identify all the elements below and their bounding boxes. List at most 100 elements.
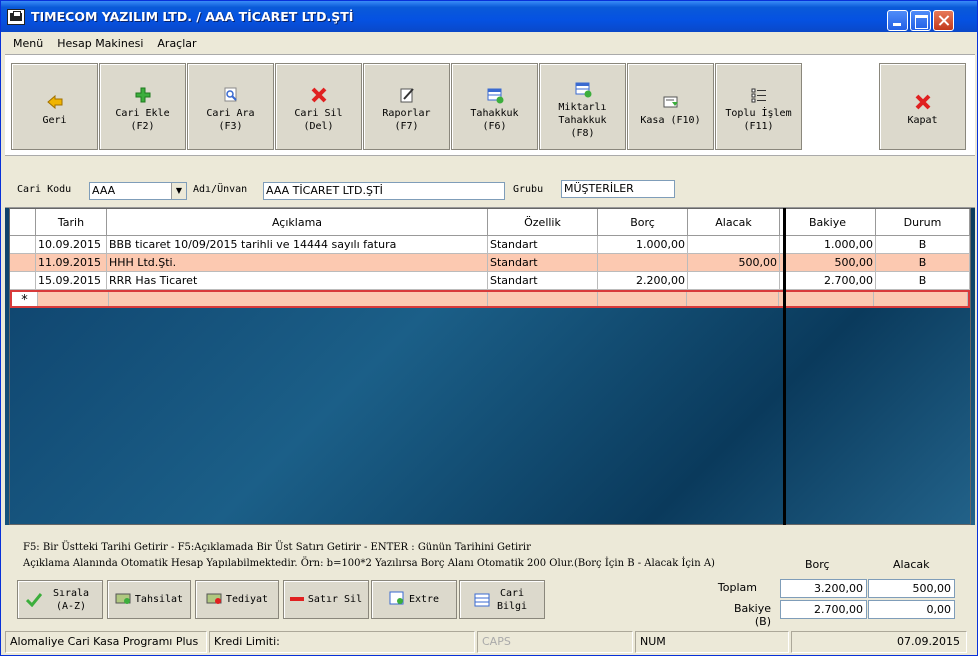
calculation-hint: Açıklama Alanında Otomatik Hesap Yapılab… [23,558,715,569]
group-label: Grubu [513,184,544,195]
add-account-button[interactable]: Cari Ekle (F2) [99,63,186,150]
toolbar: Geri Cari Ekle (F2) Cari Ara (F3) Cari S… [5,54,975,156]
row-selector-header [10,209,36,235]
search-account-button[interactable]: Cari Ara (F3) [187,63,274,150]
close-window-button[interactable] [933,10,954,31]
payment-button[interactable]: Tediyat [195,580,279,619]
menu-item-hesap-makinesi[interactable]: Hesap Makinesi [55,34,145,53]
chevron-down-icon[interactable]: ▼ [171,183,186,199]
search-account-shortcut: (F3) [218,121,243,132]
window-title: TIMECOM YAZILIM LTD. / AAA TİCARET LTD.Ş… [31,9,354,24]
column-header-credit[interactable]: Alacak [688,209,780,235]
column-header-balance[interactable]: Bakiye [780,209,876,235]
cell-description[interactable]: RRR Has Ticaret [107,272,488,289]
account-code-label: Cari Kodu [17,184,72,195]
delete-x-icon [310,86,328,104]
cell-balance[interactable]: 500,00 [780,254,876,271]
new-cell-credit[interactable] [687,292,779,306]
collection-label: Tahsilat [134,594,184,605]
add-account-label: Cari Ekle [115,108,170,119]
new-cell-description[interactable] [109,292,488,306]
menu-item-menu[interactable]: Menü [11,34,45,53]
main-area: Cari Kodu AAA ▼ Adı/Ünvan AAA TİCARET LT… [5,158,975,629]
maximize-button[interactable] [910,10,931,31]
close-label: Kapat [907,114,938,126]
cell-debit[interactable] [598,254,688,271]
payment-label: Tediyat [225,594,269,605]
bulk-operation-button[interactable]: Toplu İşlem (F11) [715,63,802,150]
table-row[interactable]: 11.09.2015 HHH Ltd.Şti. Standart 500,00 … [10,254,970,272]
cash-label: Kasa (F10) [640,114,701,126]
table-add-icon [574,80,592,98]
new-cell-balance[interactable] [779,292,875,306]
accrual-button[interactable]: Tahakkuk (F6) [451,63,538,150]
accrual-label: Tahakkuk [470,108,519,119]
minimize-button[interactable] [887,10,908,31]
cell-status[interactable]: B [876,236,970,253]
column-header-status[interactable]: Durum [876,209,970,235]
table-row[interactable]: 15.09.2015 RRR Has Ticaret Standart 2.20… [10,272,970,290]
group-field[interactable]: MÜŞTERİLER [561,180,675,198]
column-header-date[interactable]: Tarih [36,209,107,235]
balance-divider [783,208,786,525]
cell-date[interactable]: 10.09.2015 [36,236,107,253]
row-selector[interactable] [10,254,36,271]
cash-button[interactable]: Kasa (F10) [627,63,714,150]
cell-balance[interactable]: 1.000,00 [780,236,876,253]
new-cell-date[interactable] [38,292,109,306]
title-bar[interactable]: TIMECOM YAZILIM LTD. / AAA TİCARET LTD.Ş… [1,1,977,32]
cell-credit[interactable] [688,236,780,253]
delete-account-button[interactable]: Cari Sil (Del) [275,63,362,150]
statement-button[interactable]: Extre [371,580,457,619]
account-form: Cari Kodu AAA ▼ Adı/Ünvan AAA TİCARET LT… [5,158,975,208]
name-field[interactable]: AAA TİCARET LTD.ŞTİ [263,182,505,200]
delete-account-label: Cari Sil [294,108,343,119]
back-button[interactable]: Geri [11,63,98,150]
plus-icon [134,86,152,104]
reports-label: Raporlar [382,108,431,119]
new-row[interactable]: * [10,290,970,308]
account-info-button[interactable]: Cari Bilgi [459,580,545,619]
statement-icon [389,591,405,609]
cell-feature[interactable]: Standart [488,272,598,289]
reports-button[interactable]: Raporlar (F7) [363,63,450,150]
delete-account-shortcut: (Del) [303,121,334,132]
cell-credit[interactable] [688,272,780,289]
sort-label: Sırala [52,587,90,599]
table-row[interactable]: 10.09.2015 BBB ticaret 10/09/2015 tarihl… [10,236,970,254]
cell-feature[interactable]: Standart [488,236,598,253]
row-selector[interactable] [10,236,36,253]
cell-credit[interactable]: 500,00 [688,254,780,271]
quantity-accrual-button[interactable]: Miktarlı Tahakkuk (F8) [539,63,626,150]
cell-feature[interactable]: Standart [488,254,598,271]
account-code-select[interactable]: AAA ▼ [89,182,187,200]
cell-status[interactable]: B [876,254,970,271]
back-label: Geri [42,114,67,126]
menu-item-araclar[interactable]: Araçlar [155,34,198,53]
new-cell-status[interactable] [874,292,968,306]
status-date: 07.09.2015 [791,631,967,653]
sort-button[interactable]: Sırala (A-Z) [17,580,103,619]
delete-row-button[interactable]: Satır Sil [283,580,369,619]
new-cell-feature[interactable] [488,292,598,306]
cell-description[interactable]: HHH Ltd.Şti. [107,254,488,271]
cell-status[interactable]: B [876,272,970,289]
row-selector[interactable] [10,272,36,289]
account-code-value: AAA [92,184,116,197]
search-icon [222,86,240,104]
collection-button[interactable]: Tahsilat [107,580,191,619]
total-debit-field: 3.200,00 [780,579,867,598]
new-cell-debit[interactable] [598,292,688,306]
cell-date[interactable]: 15.09.2015 [36,272,107,289]
close-button[interactable]: Kapat [879,63,966,150]
cell-date[interactable]: 11.09.2015 [36,254,107,271]
column-header-debit[interactable]: Borç [598,209,688,235]
quantity-accrual-label: Miktarlı [558,101,607,113]
cell-debit[interactable]: 1.000,00 [598,236,688,253]
cell-balance[interactable]: 2.700,00 [780,272,876,289]
column-header-description[interactable]: Açıklama [107,209,488,235]
cell-description[interactable]: BBB ticaret 10/09/2015 tarihli ve 14444 … [107,236,488,253]
column-header-feature[interactable]: Özellik [488,209,598,235]
cell-debit[interactable]: 2.200,00 [598,272,688,289]
report-pencil-icon [398,86,416,104]
